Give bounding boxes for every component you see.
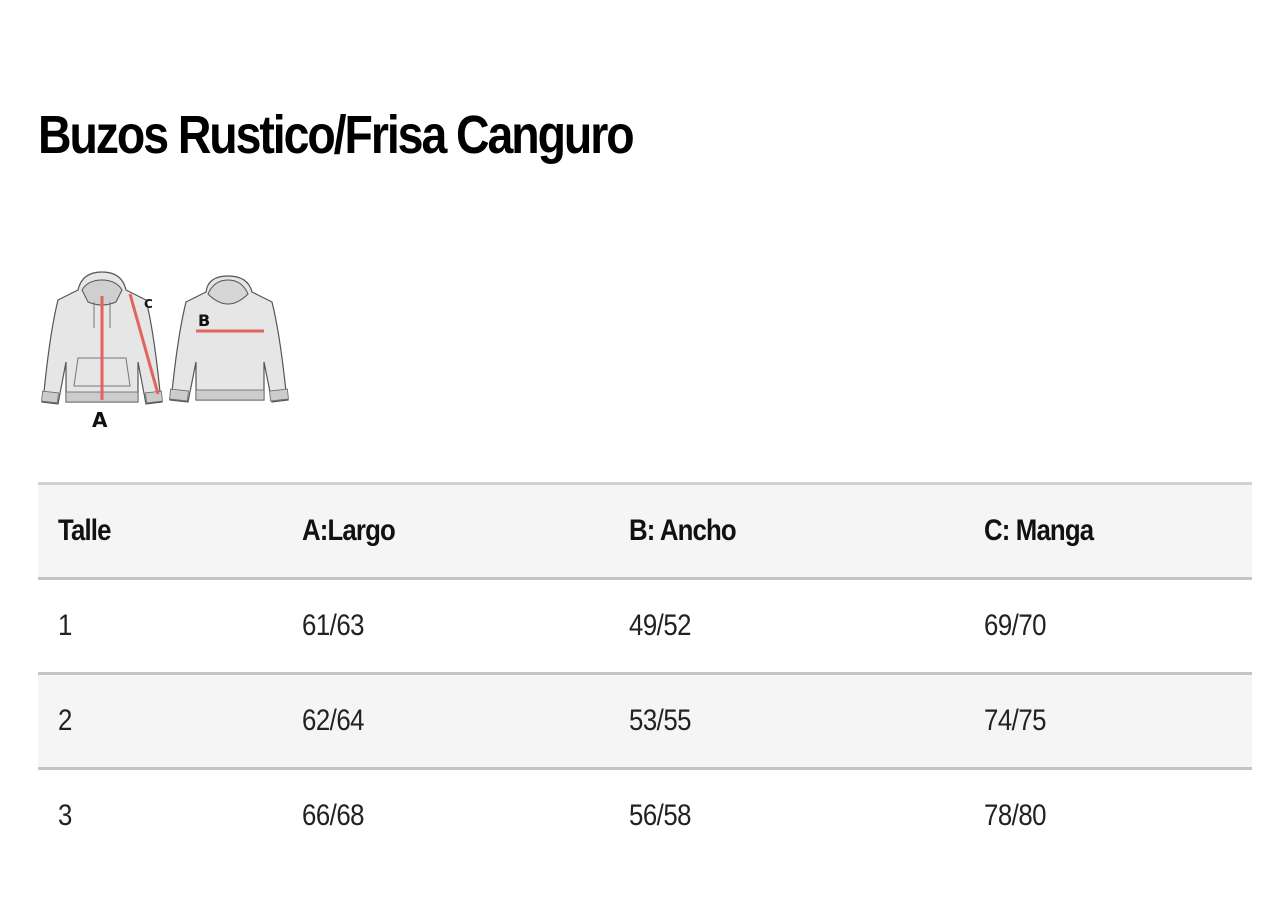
size-table: Talle A:Largo B: Ancho C: Manga 1 61/63 …: [38, 482, 1252, 862]
cell-ancho: 56/58: [629, 799, 692, 832]
cell-manga: 78/80: [984, 799, 1047, 832]
header-talle: Talle: [58, 514, 111, 547]
cell-largo: 61/63: [302, 609, 365, 642]
table-row: 2 62/64 53/55 74/75: [38, 673, 1252, 769]
hoodie-back-image: B: [169, 275, 289, 403]
header-largo: A:Largo: [302, 514, 396, 547]
cell-talle: 2: [58, 704, 72, 737]
table-row: 1 61/63 49/52 69/70: [38, 579, 1252, 674]
cell-ancho: 49/52: [629, 609, 692, 642]
hoodie-front-image: A C: [41, 271, 163, 432]
hoodie-size-diagram: A C B: [41, 271, 289, 432]
table-row: 3 66/68 56/58 78/80: [38, 769, 1252, 863]
label-b: B: [198, 311, 210, 330]
table-header-row: Talle A:Largo B: Ancho C: Manga: [38, 483, 1252, 579]
cell-largo: 62/64: [302, 704, 365, 737]
cell-ancho: 53/55: [629, 704, 692, 737]
cell-talle: 1: [58, 609, 72, 642]
cell-talle: 3: [58, 799, 72, 832]
cell-manga: 74/75: [984, 704, 1047, 737]
header-ancho: B: Ancho: [629, 514, 737, 547]
page-title: Buzos Rustico/Frisa Canguro: [38, 105, 635, 165]
header-manga: C: Manga: [984, 514, 1094, 547]
cell-manga: 69/70: [984, 609, 1047, 642]
cell-largo: 66/68: [302, 799, 365, 832]
label-a: A: [92, 408, 108, 432]
label-c: C: [144, 297, 153, 311]
